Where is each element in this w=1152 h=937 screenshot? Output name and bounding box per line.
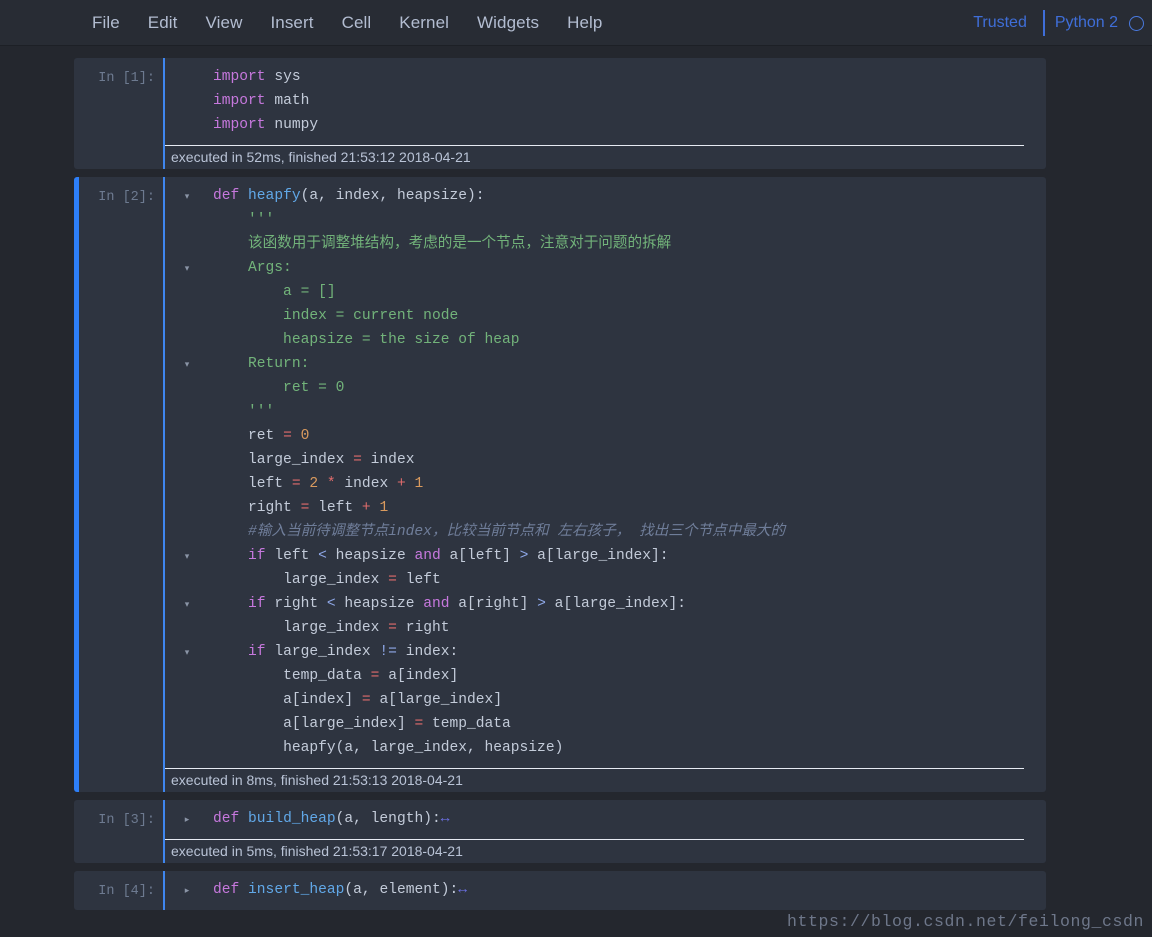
code-area[interactable]: import sys import math import numpy bbox=[163, 58, 1046, 145]
kernel-name-label: Python 2 bbox=[1054, 14, 1118, 31]
menu-item-list: File Edit View Insert Cell Kernel Widgets Help bbox=[78, 9, 617, 37]
fold-gutter-spacer bbox=[165, 280, 209, 304]
execution-info-wrap: executed in 52ms, finished 21:53:12 2018… bbox=[163, 145, 1046, 169]
fold-gutter-spacer bbox=[165, 304, 209, 328]
cell-body: In [3]: ▸ def build_heap(a, length):↔ bbox=[74, 800, 1046, 839]
kernel-idle-circle-icon[interactable] bbox=[1129, 15, 1144, 31]
code-area[interactable]: ▾ ▾ ▾ ▾ ▾ ▾ def heapfy(a, index, heapsiz… bbox=[163, 177, 1046, 768]
fold-gutter-spacer bbox=[165, 328, 209, 352]
fold-gutter-spacer bbox=[165, 568, 209, 592]
cell-body: In [4]: ▸ def insert_heap(a, element):↔ bbox=[74, 871, 1046, 910]
fold-gutter-spacer bbox=[165, 448, 209, 472]
cell-prompt: In [1]: bbox=[98, 71, 155, 86]
fold-gutter-spacer bbox=[165, 424, 209, 448]
menu-kernel[interactable]: Kernel bbox=[385, 9, 463, 37]
code-source[interactable]: def heapfy(a, index, heapsize): ''' 该函数用… bbox=[209, 177, 1046, 760]
notebook-cell[interactable]: In [4]: ▸ def insert_heap(a, element):↔ bbox=[74, 871, 1046, 910]
notebook-cell[interactable]: In [3]: ▸ def build_heap(a, length):↔ execu… bbox=[74, 800, 1046, 863]
fold-gutter-spacer bbox=[165, 616, 209, 640]
fold-expand-icon[interactable]: ▸ bbox=[165, 878, 209, 902]
menu-file[interactable]: File bbox=[78, 9, 134, 37]
fold-gutter-spacer bbox=[165, 496, 209, 520]
fold-collapse-icon[interactable]: ▾ bbox=[165, 640, 209, 664]
trusted-status[interactable]: Trusted bbox=[963, 14, 1043, 32]
fold-collapse-icon[interactable]: ▾ bbox=[165, 184, 209, 208]
code-source[interactable]: def build_heap(a, length):↔ bbox=[209, 800, 1046, 831]
execution-info-wrap: executed in 8ms, finished 21:53:13 2018-… bbox=[163, 768, 1046, 792]
fold-gutter-spacer bbox=[165, 208, 209, 232]
fold-gutter-spacer bbox=[165, 520, 209, 544]
fold-gutter-spacer bbox=[165, 664, 209, 688]
notebook-cell[interactable]: In [1]: import sys import math import nu… bbox=[74, 58, 1046, 169]
kernel-group[interactable]: Python 2 bbox=[1042, 10, 1144, 36]
fold-gutter-spacer bbox=[165, 400, 209, 424]
fold-gutter-spacer bbox=[165, 712, 209, 736]
execution-info: executed in 52ms, finished 21:53:12 2018… bbox=[165, 145, 1024, 169]
menu-widgets[interactable]: Widgets bbox=[463, 9, 553, 37]
fold-collapse-icon[interactable]: ▾ bbox=[165, 544, 209, 568]
fold-gutter-spacer bbox=[165, 736, 209, 760]
menubar-right-group: Trusted Python 2 bbox=[963, 0, 1144, 46]
fold-expand-icon[interactable]: ▸ bbox=[165, 807, 209, 831]
menu-view[interactable]: View bbox=[192, 9, 257, 37]
menu-bar: File Edit View Insert Cell Kernel Widgets Help … bbox=[0, 0, 1152, 46]
menu-insert[interactable]: Insert bbox=[256, 9, 327, 37]
code-area[interactable]: ▸ def insert_heap(a, element):↔ bbox=[163, 871, 1046, 910]
watermark-url: https://blog.csdn.net/feilong_csdn bbox=[786, 912, 1144, 931]
code-fold-gutter: ▸ bbox=[165, 800, 209, 831]
fold-gutter-spacer bbox=[165, 65, 209, 89]
code-fold-gutter: ▸ bbox=[165, 871, 209, 902]
code-area[interactable]: ▸ def build_heap(a, length):↔ bbox=[163, 800, 1046, 839]
code-fold-gutter: ▾ ▾ ▾ ▾ ▾ ▾ bbox=[165, 177, 209, 760]
cell-body: In [1]: import sys import math import nu… bbox=[74, 58, 1046, 145]
fold-collapse-icon[interactable]: ▾ bbox=[165, 592, 209, 616]
cell-list: In [1]: import sys import math import nu… bbox=[0, 58, 1152, 910]
fold-collapse-icon[interactable]: ▾ bbox=[165, 352, 209, 376]
menu-help[interactable]: Help bbox=[553, 9, 616, 37]
code-source[interactable]: def insert_heap(a, element):↔ bbox=[209, 871, 1046, 902]
menu-cell[interactable]: Cell bbox=[328, 9, 386, 37]
cell-prompt: In [3]: bbox=[98, 813, 155, 828]
execution-info: executed in 8ms, finished 21:53:13 2018-… bbox=[165, 768, 1024, 792]
code-fold-gutter bbox=[165, 58, 209, 137]
execution-info-wrap: executed in 5ms, finished 21:53:17 2018-… bbox=[163, 839, 1046, 863]
cell-body: In [2]: ▾ ▾ ▾ ▾ ▾ ▾ def heapfy(a, index, … bbox=[79, 177, 1046, 768]
fold-gutter-spacer bbox=[165, 232, 209, 256]
cell-prompt: In [2]: bbox=[98, 190, 155, 205]
fold-gutter-spacer bbox=[165, 472, 209, 496]
fold-gutter-spacer bbox=[165, 113, 209, 137]
fold-gutter-spacer bbox=[165, 688, 209, 712]
notebook-cell[interactable]: In [2]: ▾ ▾ ▾ ▾ ▾ ▾ def heapfy(a, index, … bbox=[74, 177, 1046, 792]
cell-prompt: In [4]: bbox=[98, 884, 155, 899]
notebook-container[interactable]: In [1]: import sys import math import nu… bbox=[0, 46, 1152, 937]
execution-info: executed in 5ms, finished 21:53:17 2018-… bbox=[165, 839, 1024, 863]
menu-edit[interactable]: Edit bbox=[134, 9, 192, 37]
fold-collapse-icon[interactable]: ▾ bbox=[165, 256, 209, 280]
fold-gutter-spacer bbox=[165, 376, 209, 400]
code-source[interactable]: import sys import math import numpy bbox=[209, 58, 1046, 137]
fold-gutter-spacer bbox=[165, 89, 209, 113]
